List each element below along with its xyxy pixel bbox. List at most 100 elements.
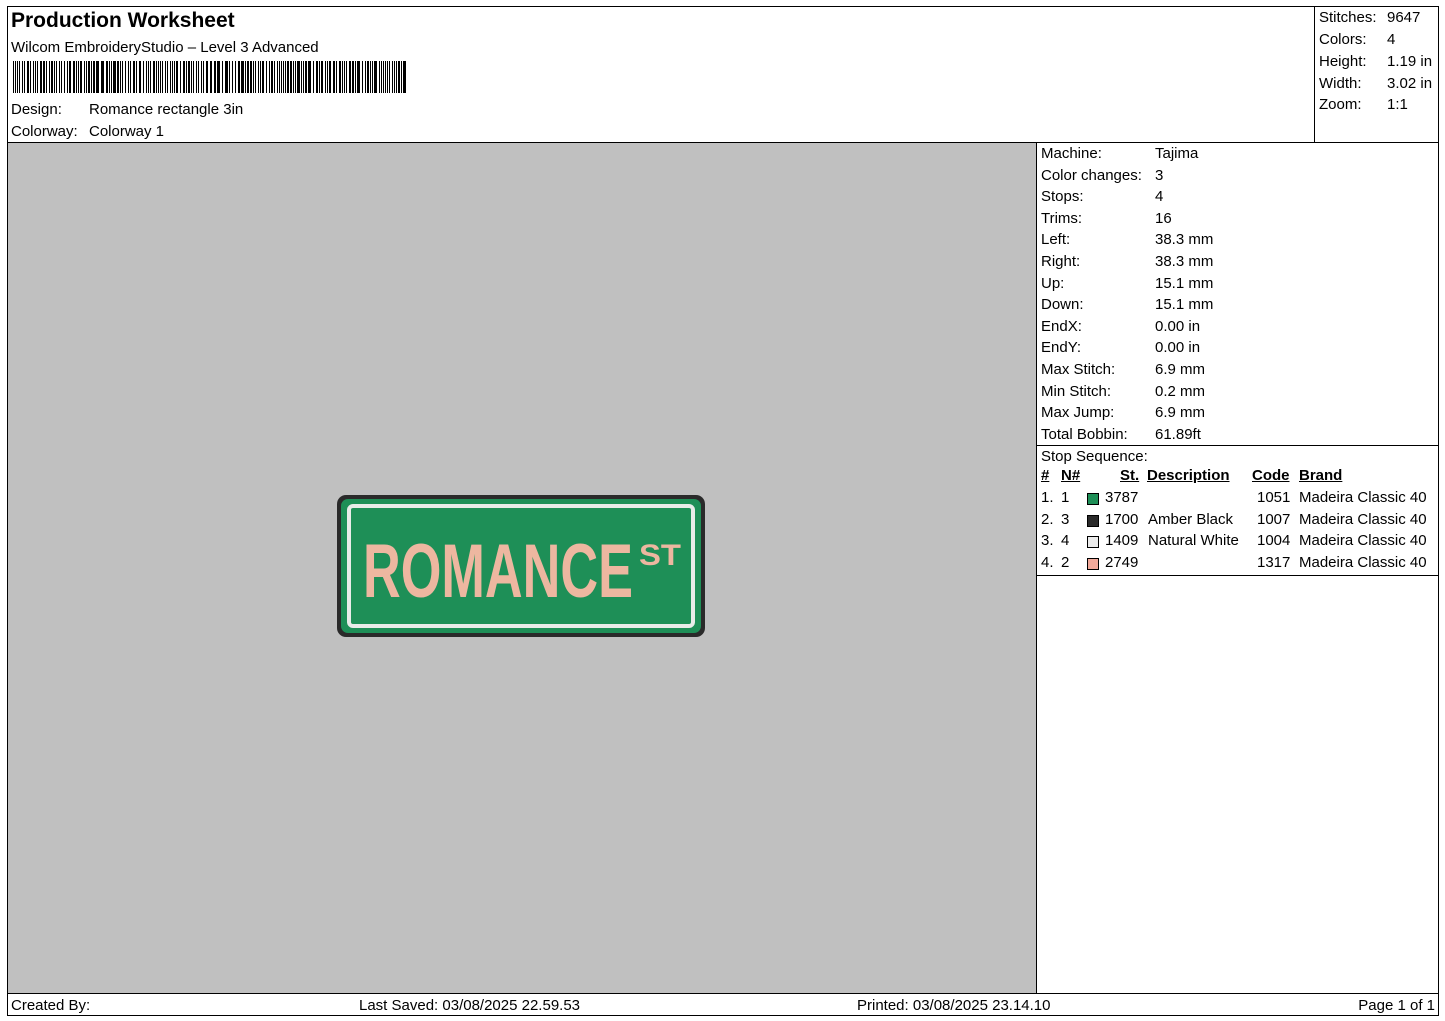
barcode-bar — [250, 61, 252, 93]
barcode-bar — [84, 61, 85, 93]
thread-brand: Madeira Classic 40 — [1299, 553, 1427, 571]
machine-row: Min Stitch: 0.2 mm — [1041, 383, 1205, 400]
table-row: 4. 2 2749 1317 Madeira Classic 40 — [1037, 554, 1438, 576]
stat-label: Zoom: — [1319, 96, 1362, 113]
barcode-bar — [117, 61, 119, 93]
color-swatch — [1087, 536, 1099, 549]
barcode-bar — [235, 61, 236, 93]
barcode-bar — [398, 61, 400, 93]
table-row: 2. 3 1700 Amber Black 1007 Madeira Classic 40 — [1037, 511, 1438, 533]
barcode-bar — [19, 61, 20, 93]
col-st-header: St. — [1120, 467, 1140, 484]
machine-value: 38.3 mm — [1155, 231, 1214, 249]
barcode-bar — [15, 61, 16, 93]
col-description-header: Description — [1147, 467, 1230, 484]
barcode-bar — [342, 61, 343, 93]
table-header: # N# St. Description Code Brand — [1037, 467, 1438, 489]
divider — [1037, 575, 1438, 576]
footer: Created By: Last Saved: 03/08/2025 22.59… — [8, 993, 1438, 1015]
barcode-bar — [167, 61, 168, 93]
machine-label: EndX: — [1041, 317, 1082, 335]
thread-code: 1004 — [1257, 532, 1291, 550]
worksheet: Production Worksheet Wilcom EmbroiderySt… — [7, 6, 1439, 1016]
barcode-bar — [165, 61, 166, 93]
machine-value: 3 — [1155, 166, 1164, 184]
barcode-bar — [59, 61, 60, 93]
barcode-bar — [73, 61, 75, 93]
barcode-bar — [245, 61, 246, 93]
barcode-bar — [174, 61, 175, 93]
barcode-bar — [122, 61, 123, 93]
barcode-bar — [258, 61, 259, 93]
barcode-bar — [269, 61, 270, 93]
barcode-bar — [383, 61, 384, 93]
barcode-bar — [150, 61, 151, 93]
stat-row: Width: 3.02 in — [1319, 75, 1432, 92]
barcode-bar — [46, 61, 47, 93]
page-title: Production Worksheet — [11, 9, 235, 32]
stat-label: Colors: — [1319, 31, 1367, 48]
stat-label: Height: — [1319, 53, 1367, 70]
barcode-bar — [128, 61, 129, 93]
barcode — [13, 61, 406, 93]
barcode-bar — [201, 61, 202, 93]
stat-value: 3.02 in — [1387, 75, 1433, 92]
barcode-bar — [271, 61, 273, 93]
machine-label: Total Bobbin: — [1041, 425, 1128, 443]
colorway-value: Colorway 1 — [89, 123, 165, 140]
barcode-bar — [43, 61, 45, 93]
patch-suffix-text: ST — [639, 539, 681, 572]
stat-label: Stitches: — [1319, 9, 1377, 26]
machine-row: Max Jump: 6.9 mm — [1041, 404, 1205, 421]
stitch-count: 1409 — [1105, 532, 1139, 550]
row-number: 2. — [1041, 510, 1054, 528]
barcode-bar — [305, 61, 307, 93]
stat-value: 9647 — [1387, 9, 1421, 26]
table-row: 3. 4 1409 Natural White 1004 Madeira Classic … — [1037, 532, 1438, 554]
color-swatch — [1087, 514, 1099, 527]
barcode-bar — [255, 61, 256, 93]
barcode-bar — [301, 61, 302, 93]
barcode-bar — [274, 61, 275, 93]
stat-label: Width: — [1319, 75, 1362, 92]
barcode-bar — [392, 61, 393, 93]
design-row: Design: Romance rectangle 3in — [11, 101, 243, 118]
barcode-bar — [217, 61, 220, 93]
barcode-bar — [139, 61, 141, 93]
barcode-bar — [355, 61, 356, 93]
barcode-bar — [247, 61, 249, 93]
machine-row: Left: 38.3 mm — [1041, 231, 1213, 248]
machine-label: Right: — [1041, 253, 1081, 270]
thread-brand: Madeira Classic 40 — [1299, 489, 1427, 506]
machine-value: 6.9 mm — [1155, 404, 1206, 422]
barcode-bar — [93, 61, 95, 93]
needle-number: 3 — [1061, 510, 1070, 528]
barcode-bar — [198, 61, 199, 93]
barcode-bar — [143, 61, 144, 93]
machine-row: Machine: Tajima — [1041, 145, 1198, 162]
stitch-count: 2749 — [1105, 553, 1139, 571]
barcode-bar — [33, 61, 34, 93]
barcode-bar — [170, 61, 171, 93]
row-number: 4. — [1041, 553, 1054, 571]
barcode-bar — [401, 61, 402, 93]
machine-label: Min Stitch: — [1041, 382, 1112, 400]
machine-value: 0.00 in — [1155, 317, 1201, 335]
barcode-bar — [162, 61, 163, 93]
barcode-bar — [349, 61, 351, 93]
barcode-bar — [336, 61, 337, 93]
barcode-bar — [381, 61, 382, 93]
col-n-header: N# — [1061, 467, 1081, 484]
stat-row: Zoom: 1:1 — [1319, 96, 1408, 113]
embroidery-patch: ROMANCE ST — [337, 495, 705, 637]
barcode-bar — [51, 61, 53, 93]
machine-row: Total Bobbin: 61.89ft — [1041, 426, 1201, 443]
barcode-bar — [203, 61, 204, 93]
barcode-bar — [389, 61, 390, 93]
header: Production Worksheet Wilcom EmbroiderySt… — [8, 7, 1314, 143]
barcode-bar — [27, 61, 29, 93]
barcode-bar — [146, 61, 147, 93]
machine-row: Right: 38.3 mm — [1041, 253, 1213, 270]
machine-value: 61.89ft — [1155, 425, 1201, 443]
thread-description: Amber Black — [1148, 510, 1234, 528]
